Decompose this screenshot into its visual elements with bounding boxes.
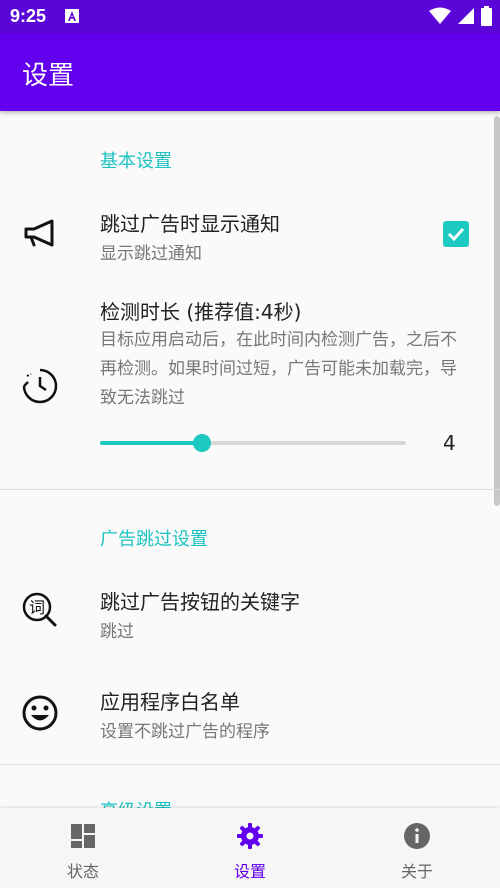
divider <box>0 489 500 490</box>
slider-value: 4 <box>443 431 456 455</box>
megaphone-icon <box>24 219 54 247</box>
section-title-basic: 基本设置 <box>100 151 172 172</box>
setting-description: 目标应用启动后，在此时间内检测广告，之后不再检测。如果时间过短，广告可能未加载完… <box>100 330 457 408</box>
setting-title: 跳过广告按钮的关键字 <box>100 590 300 614</box>
notification-a-icon <box>65 9 79 23</box>
section-title-ad-skip: 广告跳过设置 <box>100 529 208 550</box>
timer-icon <box>22 368 58 404</box>
divider <box>0 764 500 765</box>
wifi-icon <box>429 7 451 24</box>
keyword-search-icon: 词 <box>22 592 57 627</box>
setting-subtitle: 显示跳过通知 <box>100 244 202 264</box>
status-time: 9:25 <box>10 6 47 26</box>
setting-subtitle: 设置不跳过广告的程序 <box>100 722 270 742</box>
smiley-icon <box>22 695 58 731</box>
nav-tab-status[interactable]: 状态 <box>0 808 166 888</box>
svg-text:词: 词 <box>29 598 45 617</box>
setting-title: 跳过广告时显示通知 <box>100 212 280 236</box>
page-title: 设置 <box>22 61 75 91</box>
check-icon <box>447 227 465 242</box>
setting-title: 检测时长 (推荐值:4秒) <box>100 300 302 324</box>
nav-label: 设置 <box>233 862 266 881</box>
nav-tab-about[interactable]: 关于 <box>334 808 500 888</box>
section-title-advanced: 高级设置 <box>100 797 172 808</box>
setting-title: 应用程序白名单 <box>100 690 240 714</box>
bottom-navigation: 状态 设置 关于 <box>0 808 500 888</box>
info-icon <box>404 823 430 849</box>
setting-subtitle: 跳过 <box>100 622 134 642</box>
detect-duration-slider[interactable] <box>100 434 406 452</box>
slider-fill <box>100 441 202 445</box>
battery-icon <box>481 6 492 26</box>
status-bar: 9:25 <box>0 0 500 33</box>
dashboard-icon <box>71 824 95 848</box>
settings-list[interactable]: 基本设置 跳过广告时显示通知 显示跳过通知 检测时长 (推荐值:4秒) 目标应用… <box>0 111 500 808</box>
show-notification-checkbox[interactable] <box>443 221 469 247</box>
scrollbar[interactable] <box>494 116 500 506</box>
app-bar: 设置 <box>0 33 500 111</box>
nav-tab-settings[interactable]: 设置 <box>167 808 333 888</box>
cellular-icon <box>458 8 474 24</box>
nav-label: 关于 <box>400 862 433 881</box>
slider-thumb[interactable] <box>192 434 211 452</box>
gear-icon <box>237 823 263 849</box>
nav-label: 状态 <box>66 862 99 881</box>
